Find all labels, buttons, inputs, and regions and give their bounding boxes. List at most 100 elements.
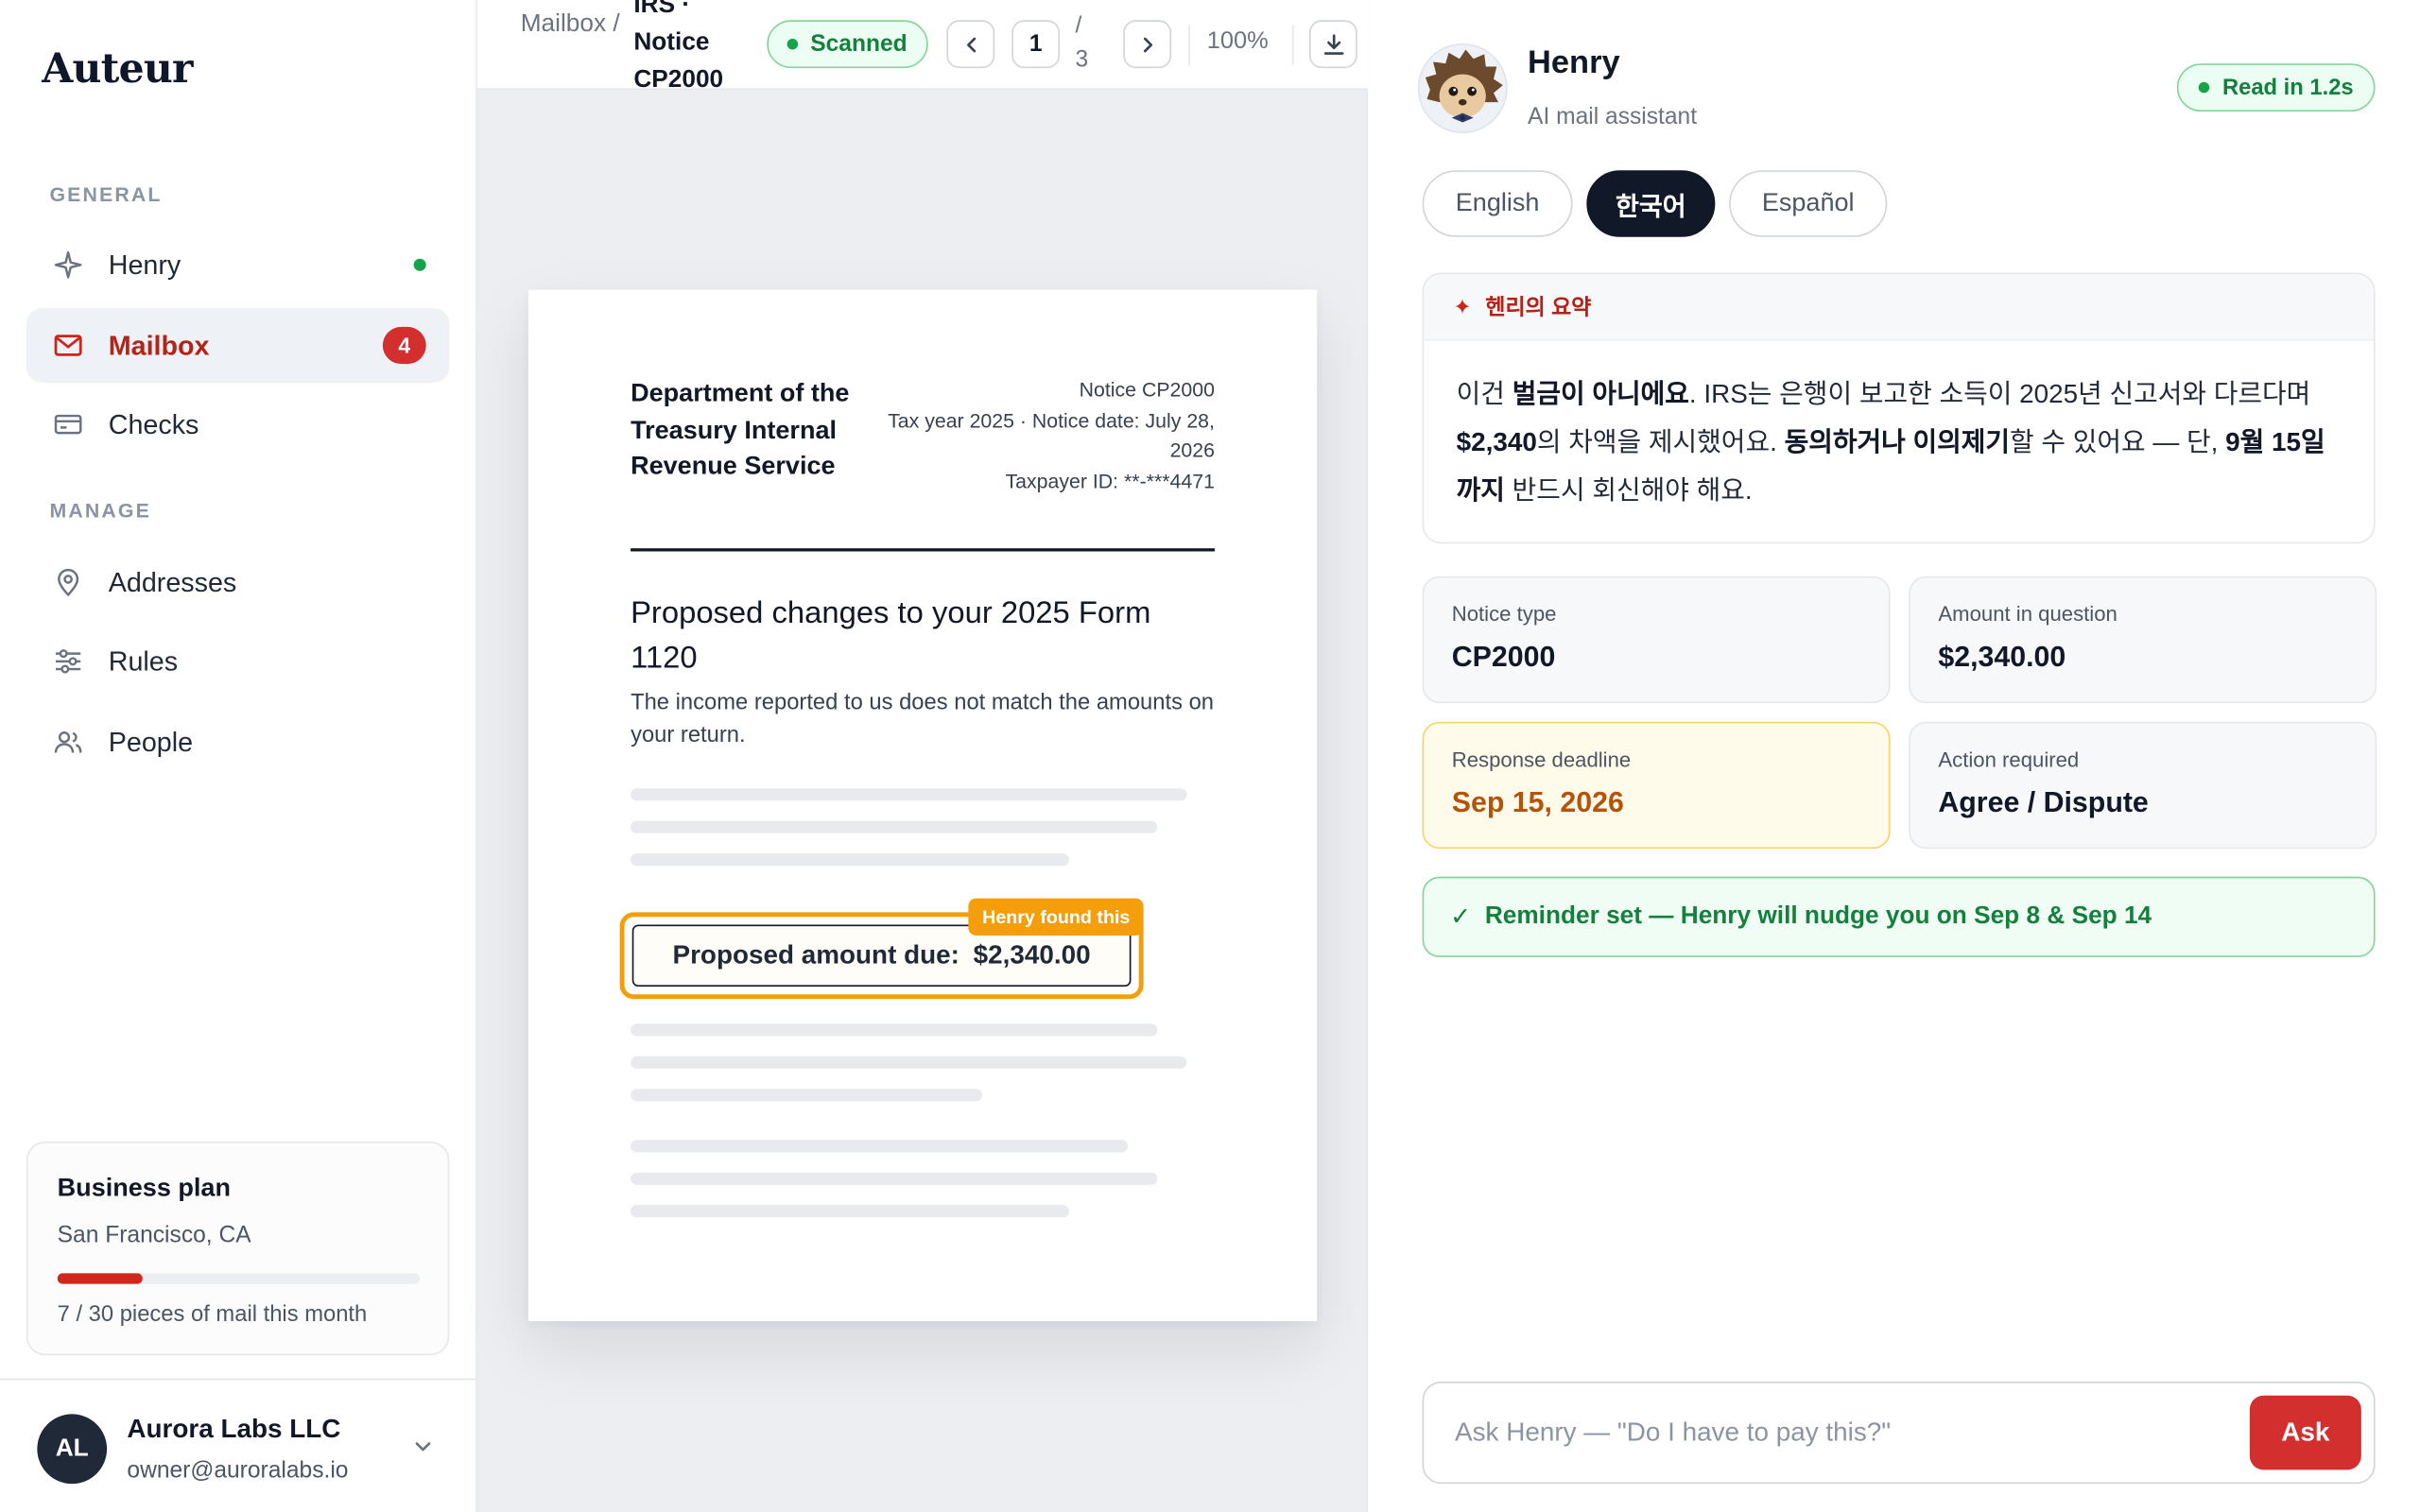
assistant-role: AI mail assistant — [1528, 103, 1698, 130]
placeholder-text-line — [631, 1056, 1187, 1069]
sidebar-item-addresses[interactable]: Addresses — [26, 545, 449, 620]
sidebar-item-rules[interactable]: Rules — [26, 625, 449, 699]
sidebar-item-henry[interactable]: Henry — [26, 228, 449, 302]
placeholder-text-line — [631, 853, 1069, 867]
chevron-down-icon — [412, 1435, 434, 1465]
language-tab-english[interactable]: English — [1422, 170, 1573, 237]
notice-id: Notice CP2000 — [1079, 377, 1215, 402]
online-indicator — [413, 258, 426, 271]
download-icon — [1323, 33, 1343, 55]
sidebar-item-mailbox[interactable]: Mailbox 4 — [26, 308, 450, 383]
stat-notice-type: Notice type CP2000 — [1422, 576, 1891, 704]
sparkle-icon — [53, 249, 84, 281]
hedgehog-avatar — [1417, 43, 1508, 133]
account-switcher[interactable]: AL Aurora Labs LLC owner@auroralabs.io — [0, 1378, 477, 1512]
stat-label: Response deadline — [1451, 747, 1632, 772]
stat-value: CP2000 — [1451, 639, 1556, 673]
page-number-input[interactable]: 1 — [1011, 20, 1061, 69]
ask-bar: Ask — [1422, 1381, 2376, 1485]
toolbar-divider — [1291, 25, 1294, 65]
plan-usage-fill — [57, 1273, 143, 1284]
language-tab-korean[interactable]: 한국어 — [1586, 170, 1716, 237]
assistant-name: Henry — [1528, 44, 1620, 81]
placeholder-text-line — [631, 1205, 1069, 1218]
mail-icon — [53, 330, 84, 361]
status-badge: Scanned — [767, 20, 927, 69]
document-page: Department of the Treasury Internal Reve… — [527, 289, 1318, 1322]
henry-found-tag: Henry found this — [968, 898, 1145, 936]
placeholder-text-line — [631, 1023, 1158, 1037]
people-icon — [53, 727, 84, 758]
document-sender: Department of the Treasury Internal Reve… — [631, 379, 850, 481]
account-name: Aurora Labs LLC — [127, 1414, 341, 1444]
sidebar-item-label: People — [108, 725, 194, 757]
unread-count-badge: 4 — [382, 326, 426, 365]
avatar: AL — [37, 1414, 108, 1485]
stat-label: Notice type — [1451, 602, 1557, 627]
document-heading: Proposed changes to your 2025 Form 1120 — [631, 596, 1151, 676]
map-pin-icon — [53, 567, 84, 598]
placeholder-text-line — [631, 820, 1158, 833]
highlight-label: Proposed amount due: — [672, 939, 959, 971]
placeholder-text-line — [631, 1089, 983, 1102]
viewer-toolbar: Mailbox / IRS · Notice CP2000 Scanned 1 … — [476, 0, 1369, 93]
reminder-text: Reminder set — Henry will nudge you on S… — [1484, 902, 2152, 930]
summary-title: 헨리의 요약 — [1485, 294, 1592, 319]
check-icon: ✓ — [1450, 904, 1472, 932]
placeholder-text-line — [631, 1172, 1158, 1185]
sidebar-item-checks[interactable]: Checks — [26, 387, 449, 462]
status-dot — [2199, 81, 2210, 94]
read-time-badge: Read in 1.2s — [2177, 63, 2376, 112]
status-label: Scanned — [810, 30, 908, 58]
zoom-level[interactable]: 100% — [1207, 28, 1269, 57]
stat-label: Amount in question — [1938, 602, 2118, 627]
plan-card[interactable]: Business plan San Francisco, CA 7 / 30 p… — [26, 1141, 450, 1356]
sidebar-item-label: Mailbox — [108, 329, 210, 361]
sidebar-item-label: Checks — [108, 407, 199, 439]
placeholder-text-line — [631, 1140, 1129, 1153]
ask-input[interactable] — [1426, 1385, 2233, 1480]
language-tab-spanish[interactable]: Español — [1729, 170, 1888, 237]
card-icon — [53, 409, 84, 440]
sidebar-item-people[interactable]: People — [26, 705, 449, 780]
stat-value: Agree / Dispute — [1938, 784, 2149, 818]
sliders-icon — [53, 645, 84, 677]
summary-text: 이건 벌금이 아니에요. IRS는 은행이 보고한 소득이 2025년 신고서와… — [1456, 379, 2325, 506]
summary-header: ✦ 헨리의 요약 — [1424, 274, 2374, 341]
section-label-manage: MANAGE — [49, 498, 151, 523]
ask-button[interactable]: Ask — [2249, 1395, 2361, 1470]
document-divider — [631, 548, 1215, 552]
notice-date: Tax year 2025 · Notice date: July 28, 20… — [888, 407, 1215, 462]
read-time-label: Read in 1.2s — [2221, 75, 2354, 100]
chevron-left-icon — [966, 36, 976, 52]
plan-usage-text: 7 / 30 pieces of mail this month — [57, 1302, 368, 1328]
document-subtext: The income reported to us does not match… — [631, 690, 1215, 748]
page-total: / 3 — [1075, 12, 1089, 74]
breadcrumb-mailbox[interactable]: Mailbox / — [521, 7, 623, 43]
breadcrumb-current: IRS · Notice CP2000 — [633, 0, 724, 94]
app-logo[interactable]: Auteur — [42, 46, 193, 93]
toolbar-divider — [1188, 25, 1190, 65]
stat-value: $2,340.00 — [1938, 639, 2066, 673]
stat-label: Action required — [1938, 747, 2080, 772]
document-meta: Notice CP2000 Tax year 2025 · Notice dat… — [873, 375, 1215, 496]
plan-title: Business plan — [57, 1174, 232, 1202]
document-viewer: Mailbox / IRS · Notice CP2000 Scanned 1 … — [476, 0, 1369, 1512]
reminder-banner: ✓ Reminder set — Henry will nudge you on… — [1422, 876, 2376, 957]
next-page-button[interactable] — [1123, 20, 1172, 69]
stat-amount: Amount in question $2,340.00 — [1909, 576, 2377, 704]
sidebar-item-label: Addresses — [108, 566, 237, 597]
summary-card: ✦ 헨리의 요약 이건 벌금이 아니에요. IRS는 은행이 보고한 소득이 2… — [1422, 272, 2376, 544]
prev-page-button[interactable] — [946, 20, 995, 69]
download-button[interactable] — [1308, 20, 1357, 69]
taxpayer-id: Taxpayer ID: **-***4471 — [1005, 468, 1215, 492]
placeholder-text-line — [631, 788, 1187, 801]
plan-location: San Francisco, CA — [57, 1222, 251, 1249]
stat-value: Sep 15, 2026 — [1451, 784, 1624, 818]
sidebar-item-label: Rules — [108, 644, 179, 677]
plan-usage-bar — [57, 1273, 421, 1284]
stat-deadline: Response deadline Sep 15, 2026 — [1422, 721, 1891, 850]
assistant-panel: Henry AI mail assistant Read in 1.2s Eng… — [1368, 0, 2420, 1512]
sparkle-icon: ✦ — [1453, 293, 1472, 318]
sidebar: Auteur GENERAL Henry Mailbox 4 Checks MA… — [0, 0, 477, 1512]
